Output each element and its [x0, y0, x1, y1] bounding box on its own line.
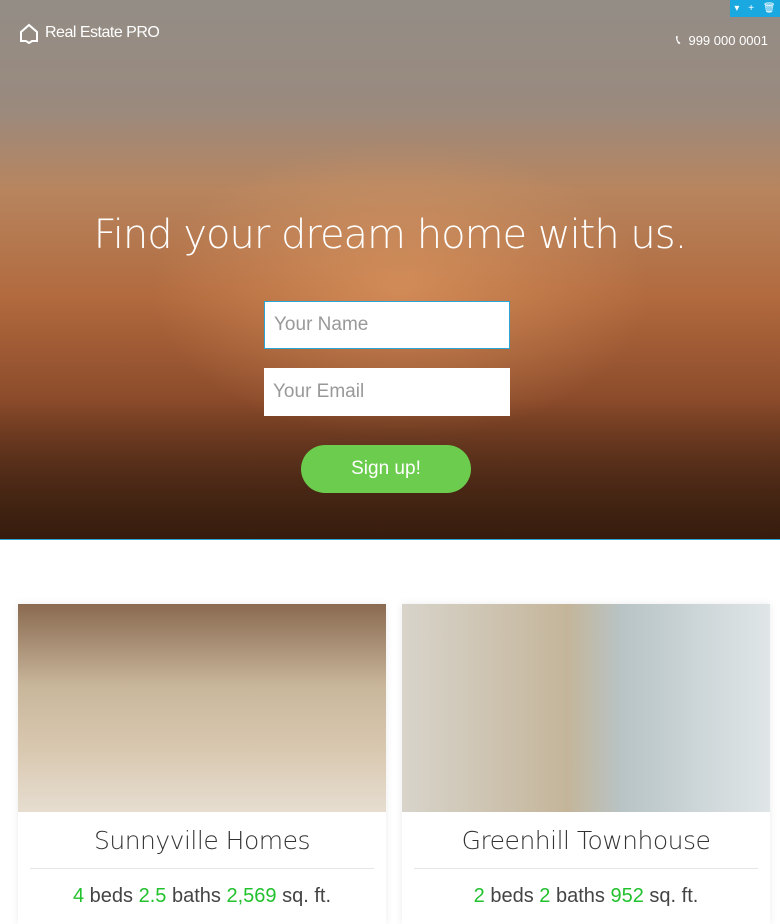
sqft-label: sq. ft.	[649, 885, 699, 907]
caret-down-icon[interactable]: ▾	[734, 3, 739, 14]
hero-section: ▾ + 🗑 Real Estate PRO 📞︎ 999 000 0001 Fi…	[0, 0, 780, 540]
listing-stats: 2 beds 2 baths 952 sq. ft.	[402, 869, 770, 908]
phone-contact: 📞︎ 999 000 0001	[676, 32, 768, 48]
beds-label: beds	[89, 885, 134, 907]
sqft-value: 952	[610, 885, 644, 907]
logo-text: Real Estate PRO	[45, 24, 160, 41]
listing-photo	[18, 604, 386, 812]
beds-value: 4	[72, 885, 85, 907]
listing-card[interactable]: Greenhill Townhouse 2 beds 2 baths 952 s…	[402, 604, 770, 924]
listing-photo	[402, 604, 770, 812]
phone-number: 999 000 0001	[688, 32, 768, 48]
sqft-value: 2,569	[226, 885, 277, 907]
name-input[interactable]	[264, 301, 510, 349]
beds-label: beds	[490, 885, 534, 907]
hero-headline: Find your dream home with us.	[93, 212, 688, 258]
beds-value: 2	[473, 885, 485, 907]
house-icon	[20, 23, 38, 44]
sqft-label: sq. ft.	[282, 885, 332, 907]
signup-button[interactable]: Sign up!	[301, 445, 471, 493]
baths-value: 2.5	[138, 885, 167, 907]
listing-title: Sunnyville Homes	[93, 826, 311, 855]
phone-icon: 📞︎	[675, 32, 681, 47]
baths-label: baths	[171, 885, 221, 907]
listing-title: Greenhill Townhouse	[461, 826, 711, 855]
listing-card[interactable]: Sunnyville Homes 4 beds 2.5 baths 2,569 …	[18, 604, 386, 924]
listing-stats: 4 beds 2.5 baths 2,569 sq. ft.	[18, 869, 386, 908]
editor-toolbar: ▾ + 🗑	[730, 0, 780, 17]
baths-value: 2	[539, 885, 551, 907]
baths-label: baths	[555, 885, 605, 907]
logo[interactable]: Real Estate PRO	[18, 22, 160, 44]
email-input[interactable]	[264, 368, 510, 416]
plus-icon[interactable]: +	[748, 3, 754, 14]
trash-icon[interactable]: 🗑	[763, 3, 776, 14]
